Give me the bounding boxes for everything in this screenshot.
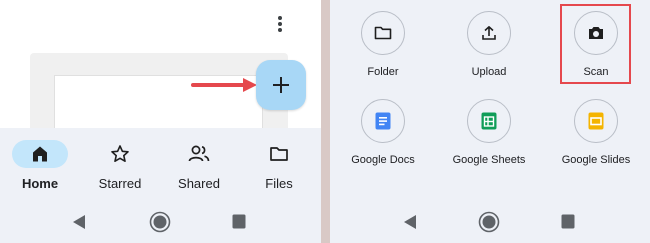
nav-label-files: Files	[265, 176, 293, 191]
folder-action[interactable]: Folder	[328, 11, 438, 78]
nav-pill	[171, 140, 227, 168]
create-new-sheet: Folder Upload Scan Google Docs Google Sh…	[330, 0, 650, 201]
nav-label-home: Home	[21, 176, 59, 191]
home-icon	[33, 146, 47, 162]
plus-icon	[273, 77, 289, 93]
annotation-highlight-box	[560, 4, 631, 84]
upload-action[interactable]: Upload	[434, 11, 544, 78]
nav-item-starred[interactable]: Starred	[85, 140, 155, 191]
action-circle	[361, 99, 405, 143]
system-navigation-bar	[330, 201, 650, 243]
action-circle	[574, 99, 618, 143]
annotation-arrow	[191, 78, 257, 92]
more-options-icon[interactable]	[274, 14, 286, 34]
folder-icon	[270, 147, 288, 161]
upload-icon	[482, 26, 496, 40]
google-docs-action[interactable]: Google Docs	[328, 99, 438, 166]
home-button-icon[interactable]	[478, 211, 500, 233]
back-icon[interactable]	[72, 214, 86, 230]
action-label: Google Sheets	[452, 154, 526, 166]
google-slides-icon	[588, 112, 604, 130]
new-button[interactable]	[256, 60, 306, 110]
nav-pill	[251, 140, 307, 168]
bottom-navigation: Home Starred Shared Files	[0, 128, 321, 201]
google-sheets-action[interactable]: Google Sheets	[434, 99, 544, 166]
screenshot-frame: Home Starred Shared Files Folder Upload …	[0, 0, 650, 243]
google-docs-icon	[375, 112, 391, 130]
google-slides-action[interactable]: Google Slides	[541, 99, 650, 166]
star-icon	[111, 145, 129, 162]
folder-icon	[374, 26, 392, 40]
back-icon[interactable]	[403, 214, 417, 230]
people-icon	[188, 145, 210, 162]
nav-pill	[92, 140, 148, 168]
nav-label-shared: Shared	[178, 176, 220, 191]
system-navigation-bar	[0, 201, 321, 243]
action-label: Google Slides	[561, 154, 631, 166]
nav-label-starred: Starred	[98, 176, 142, 191]
nav-item-shared[interactable]: Shared	[164, 140, 234, 191]
nav-item-home[interactable]: Home	[5, 140, 75, 191]
google-sheets-icon	[481, 112, 497, 130]
action-label: Folder	[367, 66, 399, 78]
action-label: Google Docs	[351, 154, 415, 166]
action-circle	[467, 11, 511, 55]
recents-icon[interactable]	[232, 214, 246, 229]
nav-pill	[12, 140, 68, 168]
home-button-icon[interactable]	[149, 211, 171, 233]
recents-icon[interactable]	[561, 214, 575, 229]
nav-item-files[interactable]: Files	[244, 140, 314, 191]
action-circle	[361, 11, 405, 55]
action-label: Upload	[471, 66, 507, 78]
action-circle	[467, 99, 511, 143]
